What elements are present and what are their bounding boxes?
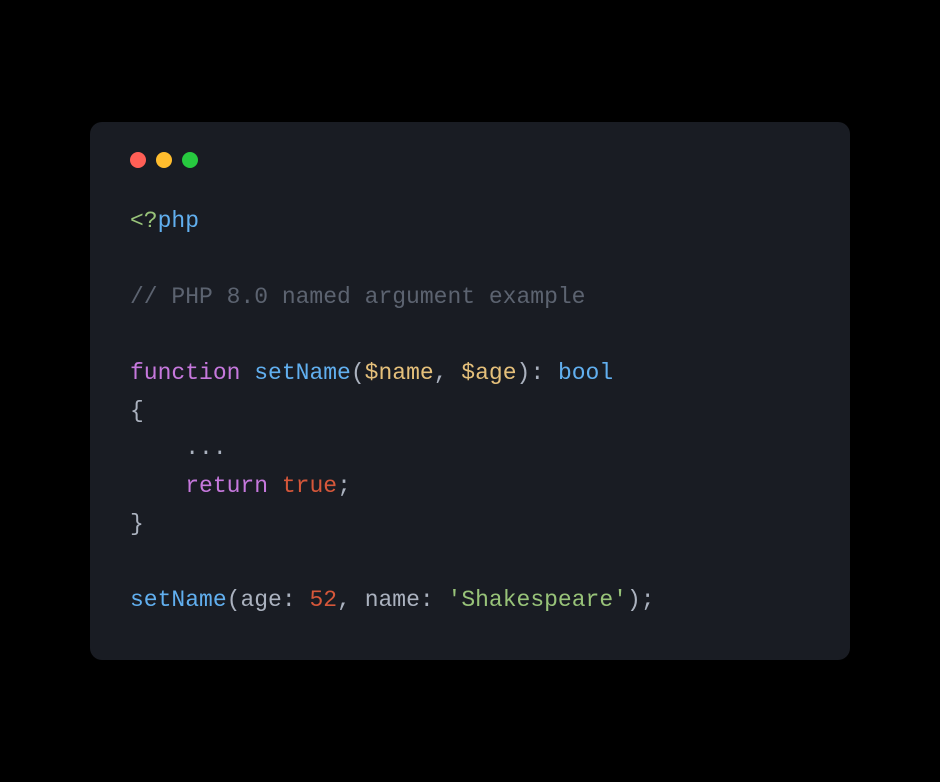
- param-name: $name: [365, 360, 434, 386]
- boolean-true: true: [282, 473, 337, 499]
- php-open-tag: <?: [130, 208, 158, 234]
- open-paren: (: [351, 360, 365, 386]
- close-paren: ): [517, 360, 531, 386]
- comma: ,: [434, 360, 462, 386]
- arg-colon-2: :: [420, 587, 448, 613]
- arg-age-value: 52: [309, 587, 337, 613]
- param-age: $age: [461, 360, 516, 386]
- ellipsis: ...: [185, 435, 226, 461]
- traffic-lights: [130, 152, 810, 168]
- close-icon[interactable]: [130, 152, 146, 168]
- function-call: setName: [130, 587, 227, 613]
- maximize-icon[interactable]: [182, 152, 198, 168]
- function-name: setName: [254, 360, 351, 386]
- semicolon: ;: [337, 473, 351, 499]
- return-type: bool: [558, 360, 613, 386]
- arg-name-label: name: [365, 587, 420, 613]
- call-close: );: [627, 587, 655, 613]
- open-brace: {: [130, 398, 144, 424]
- colon: :: [530, 360, 558, 386]
- code-editor-window: <?php // PHP 8.0 named argument example …: [90, 122, 850, 660]
- call-open-paren: (: [227, 587, 241, 613]
- arg-age-label: age: [240, 587, 281, 613]
- function-keyword: function: [130, 360, 240, 386]
- comment-line: // PHP 8.0 named argument example: [130, 284, 585, 310]
- close-brace: }: [130, 511, 144, 537]
- minimize-icon[interactable]: [156, 152, 172, 168]
- php-tag-name: php: [158, 208, 199, 234]
- arg-colon: :: [282, 587, 310, 613]
- arg-name-value: 'Shakespeare': [448, 587, 627, 613]
- code-block: <?php // PHP 8.0 named argument example …: [130, 203, 810, 620]
- arg-comma: ,: [337, 587, 365, 613]
- return-keyword: return: [185, 473, 268, 499]
